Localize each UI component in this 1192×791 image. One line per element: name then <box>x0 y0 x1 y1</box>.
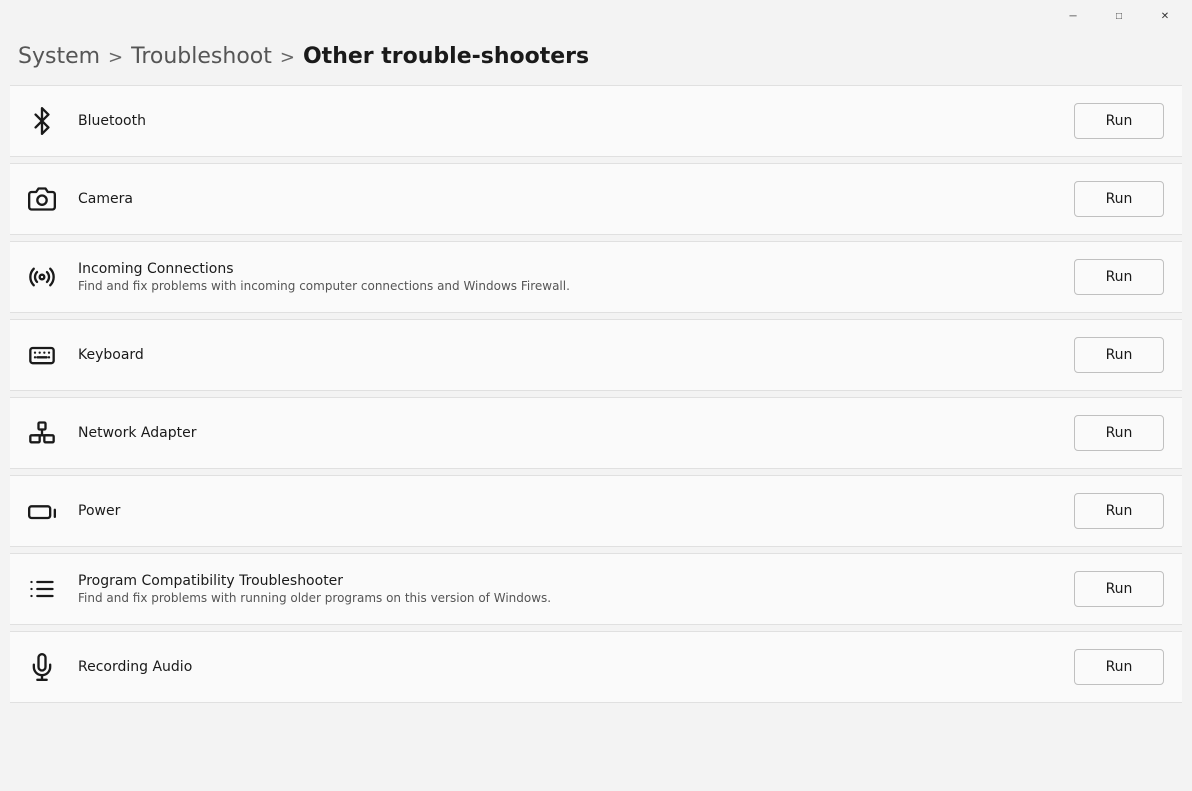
list-item-network-adapter: Network Adapter Run <box>10 397 1182 469</box>
run-button-incoming-connections[interactable]: Run <box>1074 259 1164 295</box>
run-button-camera[interactable]: Run <box>1074 181 1164 217</box>
list-item-program-compatibility: Program Compatibility Troubleshooter Fin… <box>10 553 1182 625</box>
item-text-recording-audio: Recording Audio <box>78 659 1074 675</box>
list-item-incoming-connections: Incoming Connections Find and fix proble… <box>10 241 1182 313</box>
breadcrumb-system[interactable]: System <box>18 44 100 69</box>
breadcrumb-sep-2: > <box>280 47 295 68</box>
minimize-button[interactable]: ─ <box>1050 0 1096 32</box>
page-title: Other trouble-shooters <box>303 44 589 69</box>
list-item-power: Power Run <box>10 475 1182 547</box>
item-title-keyboard: Keyboard <box>78 347 1074 363</box>
item-text-program-compatibility: Program Compatibility Troubleshooter Fin… <box>78 573 1074 605</box>
incoming-icon <box>28 263 78 291</box>
item-title-network-adapter: Network Adapter <box>78 425 1074 441</box>
list-item-bluetooth: Bluetooth Run <box>10 85 1182 157</box>
item-desc-program-compatibility: Find and fix problems with running older… <box>78 591 1074 605</box>
power-icon <box>28 497 78 525</box>
item-text-camera: Camera <box>78 191 1074 207</box>
item-text-keyboard: Keyboard <box>78 347 1074 363</box>
breadcrumb-sep-1: > <box>108 47 123 68</box>
audio-icon <box>28 653 78 681</box>
item-desc-incoming-connections: Find and fix problems with incoming comp… <box>78 279 1074 293</box>
close-button[interactable]: ✕ <box>1142 0 1188 32</box>
item-text-bluetooth: Bluetooth <box>78 113 1074 129</box>
item-text-incoming-connections: Incoming Connections Find and fix proble… <box>78 261 1074 293</box>
list-item-keyboard: Keyboard Run <box>10 319 1182 391</box>
run-button-recording-audio[interactable]: Run <box>1074 649 1164 685</box>
bluetooth-icon <box>28 107 78 135</box>
item-title-bluetooth: Bluetooth <box>78 113 1074 129</box>
run-button-program-compatibility[interactable]: Run <box>1074 571 1164 607</box>
network-icon <box>28 419 78 447</box>
keyboard-icon <box>28 341 78 369</box>
list-item-camera: Camera Run <box>10 163 1182 235</box>
item-text-power: Power <box>78 503 1074 519</box>
item-title-camera: Camera <box>78 191 1074 207</box>
run-button-power[interactable]: Run <box>1074 493 1164 529</box>
run-button-network-adapter[interactable]: Run <box>1074 415 1164 451</box>
run-button-bluetooth[interactable]: Run <box>1074 103 1164 139</box>
run-button-keyboard[interactable]: Run <box>1074 337 1164 373</box>
item-title-program-compatibility: Program Compatibility Troubleshooter <box>78 573 1074 589</box>
item-title-recording-audio: Recording Audio <box>78 659 1074 675</box>
troubleshooter-list: Bluetooth Run Camera Run Incoming Connec… <box>0 85 1192 788</box>
program-icon <box>28 575 78 603</box>
item-text-network-adapter: Network Adapter <box>78 425 1074 441</box>
breadcrumb-troubleshoot[interactable]: Troubleshoot <box>131 44 272 69</box>
camera-icon <box>28 185 78 213</box>
item-title-power: Power <box>78 503 1074 519</box>
title-bar: ─ □ ✕ <box>0 0 1192 32</box>
list-item-recording-audio: Recording Audio Run <box>10 631 1182 703</box>
maximize-button[interactable]: □ <box>1096 0 1142 32</box>
item-title-incoming-connections: Incoming Connections <box>78 261 1074 277</box>
breadcrumb: System > Troubleshoot > Other trouble-sh… <box>0 32 1192 85</box>
